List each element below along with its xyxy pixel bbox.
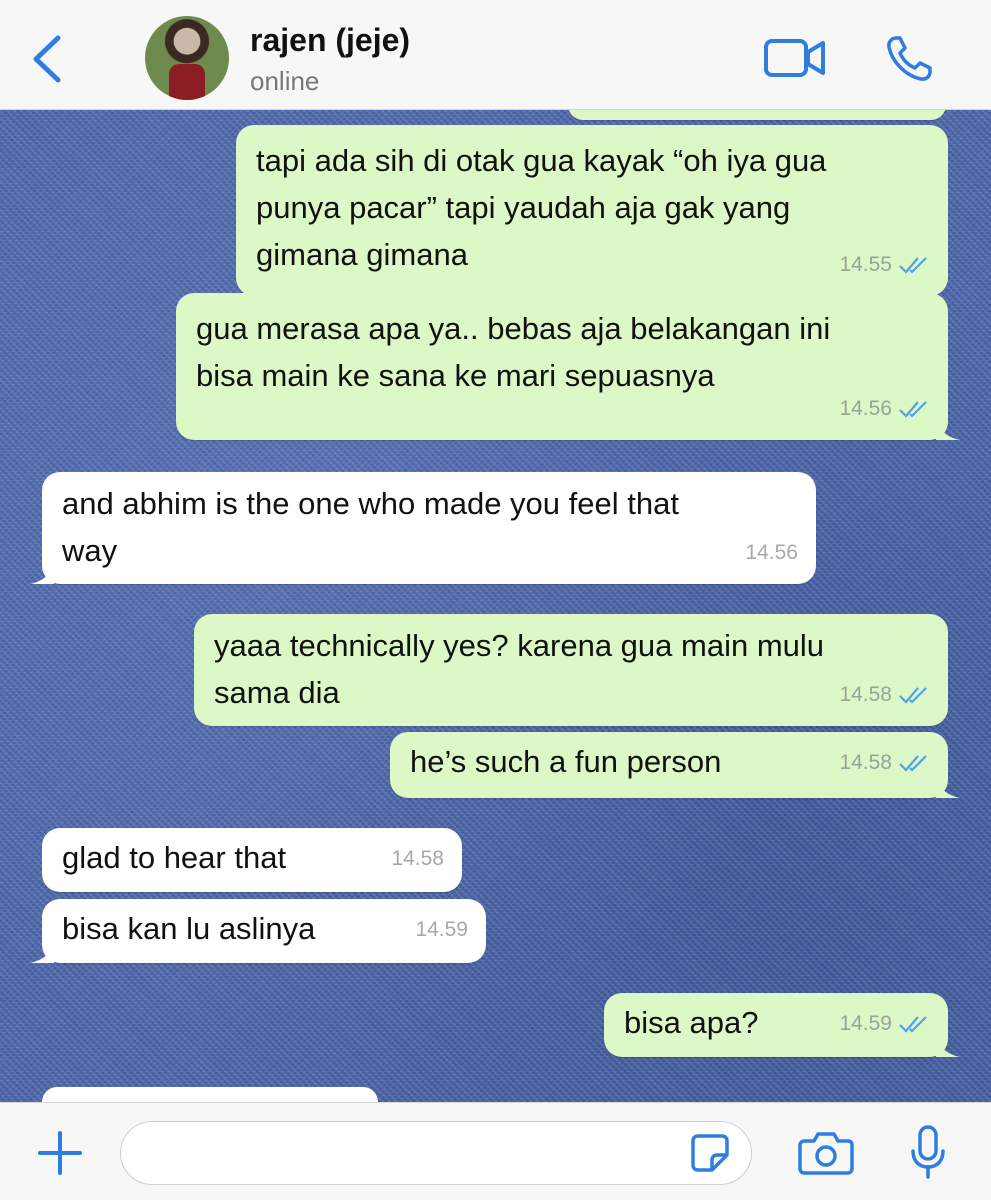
message-bubble-outgoing[interactable]: bisa apa? 14.59 <box>604 993 960 1057</box>
message-input[interactable] <box>120 1121 752 1185</box>
message-text: bisa kan lu aslinya <box>62 911 316 946</box>
message-time: 14.59 <box>415 918 468 941</box>
message-time: 14.58 <box>391 847 444 870</box>
chat-header: rajen (jeje) online <box>0 0 991 110</box>
read-ticks-icon <box>899 1015 927 1033</box>
sticker-icon[interactable] <box>690 1133 730 1173</box>
message-text: he’s such a fun person <box>410 744 722 779</box>
message-time: 14.58 <box>839 751 892 774</box>
chat-background: tapi ada sih di otak gua kayak “oh iya g… <box>0 90 991 1117</box>
message-meta: 14.58 <box>839 671 930 718</box>
message-text: tapi ada sih di otak gua kayak “oh iya g… <box>256 143 827 272</box>
read-ticks-icon <box>899 686 927 704</box>
read-ticks-icon <box>899 256 927 274</box>
message-time: 14.55 <box>839 253 892 276</box>
bubble-tail <box>30 941 54 963</box>
message-text: bisa apa? <box>624 1005 759 1040</box>
message-meta: 14.56 <box>839 385 930 432</box>
message-bubble-incoming[interactable]: glad to hear that 14.58 <box>42 828 462 892</box>
mic-icon[interactable] <box>908 1125 948 1181</box>
message-bubble-outgoing[interactable]: he’s such a fun person 14.58 <box>390 732 960 798</box>
message-bubble-outgoing[interactable]: tapi ada sih di otak gua kayak “oh iya g… <box>236 125 948 296</box>
bubble-tail <box>30 562 54 584</box>
message-bubble-outgoing[interactable]: yaaa technically yes? karena gua main mu… <box>194 614 948 726</box>
message-text: gua merasa apa ya.. bebas aja belakangan… <box>196 311 831 393</box>
message-meta: 14.58 <box>391 835 444 882</box>
contact-name[interactable]: rajen (jeje) <box>250 22 410 59</box>
plus-icon[interactable] <box>36 1129 84 1177</box>
message-meta: 14.59 <box>415 906 468 953</box>
message-meta: 14.58 <box>839 739 930 786</box>
message-meta: 14.56 <box>745 529 798 576</box>
message-meta: 14.55 <box>839 241 930 288</box>
camera-icon[interactable] <box>798 1131 854 1175</box>
message-text: yaaa technically yes? karena gua main mu… <box>214 628 825 710</box>
avatar-figure <box>169 64 205 100</box>
message-time: 14.56 <box>839 397 892 420</box>
message-time: 14.59 <box>839 1012 892 1035</box>
contact-status: online <box>250 66 320 96</box>
phone-icon[interactable] <box>884 34 934 84</box>
message-text: glad to hear that <box>62 840 287 875</box>
message-bubble-outgoing[interactable]: gua merasa apa ya.. bebas aja belakangan… <box>176 293 960 440</box>
bubble-tail <box>936 1035 960 1057</box>
back-icon[interactable] <box>28 34 68 84</box>
message-input-bar <box>0 1102 991 1200</box>
read-ticks-icon <box>899 754 927 772</box>
message-bubble-incoming[interactable]: and abhim is the one who made you feel t… <box>30 472 816 584</box>
avatar[interactable] <box>145 16 229 100</box>
bubble-tail <box>936 418 960 440</box>
bubble-tail <box>936 776 960 798</box>
message-time: 14.58 <box>839 683 892 706</box>
video-call-icon[interactable] <box>763 36 827 80</box>
message-bubble-incoming[interactable]: bisa kan lu aslinya 14.59 <box>30 899 486 963</box>
message-meta: 14.59 <box>839 1000 930 1047</box>
read-ticks-icon <box>899 400 927 418</box>
message-time: 14.56 <box>745 541 798 564</box>
message-text: and abhim is the one who made you feel t… <box>62 486 679 568</box>
